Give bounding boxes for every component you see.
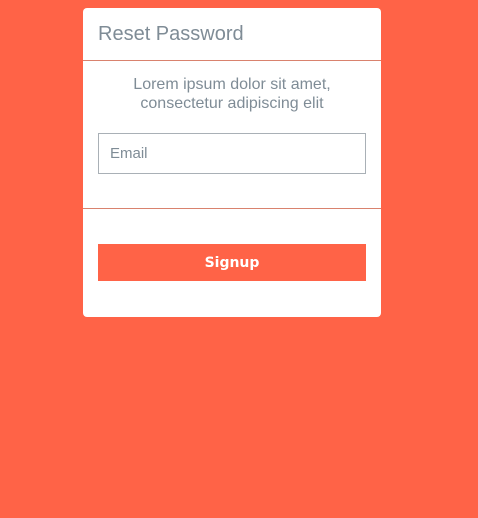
page-title: Reset Password — [98, 22, 244, 45]
description-line-1: Lorem ipsum dolor sit amet, — [133, 76, 331, 93]
card-header: Reset Password — [83, 8, 381, 61]
description-text: Lorem ipsum dolor sit amet, consectetur … — [83, 75, 381, 113]
signup-button[interactable]: Signup — [98, 244, 366, 281]
card-footer: Signup — [83, 209, 381, 316]
description-line-2: consectetur adipiscing elit — [140, 95, 324, 112]
reset-password-card: Reset Password Lorem ipsum dolor sit ame… — [83, 8, 381, 317]
card-body: Lorem ipsum dolor sit amet, consectetur … — [83, 61, 381, 209]
email-field[interactable] — [98, 133, 366, 174]
